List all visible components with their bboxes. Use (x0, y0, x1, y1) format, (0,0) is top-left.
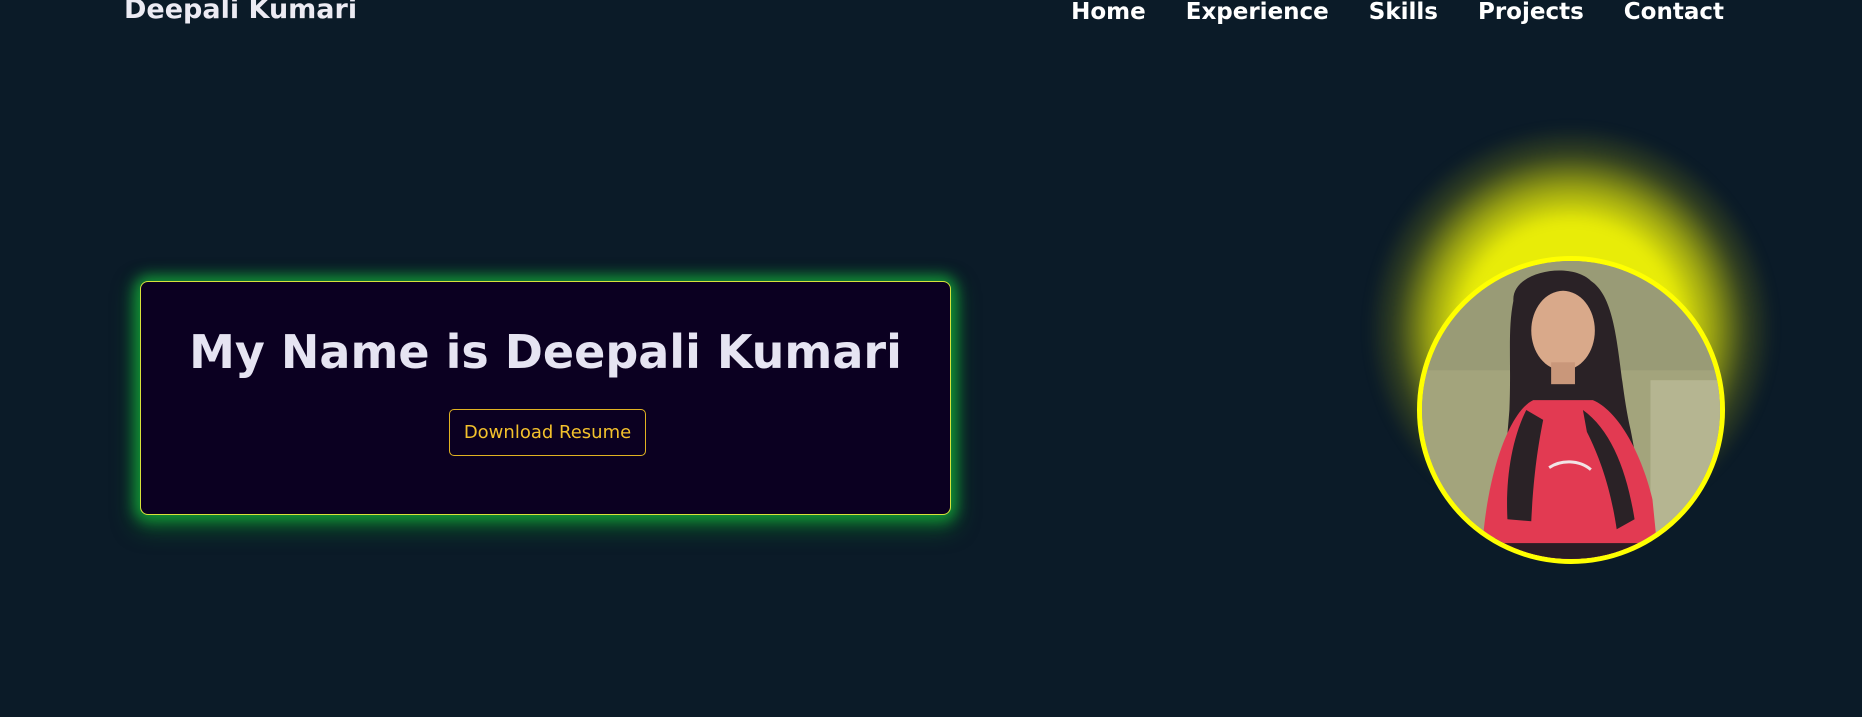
profile-photo (1417, 256, 1725, 564)
portfolio-page: Deepali Kumari Home Experience Skills Pr… (0, 0, 1862, 717)
download-resume-button[interactable]: Download Resume (449, 409, 646, 456)
hero-card: My Name is Deepali Kumari Download Resum… (140, 281, 951, 515)
nav-projects[interactable]: Projects (1478, 0, 1584, 29)
hero-title: My Name is Deepali Kumari (189, 325, 902, 379)
nav-home[interactable]: Home (1071, 0, 1146, 29)
nav-skills[interactable]: Skills (1369, 0, 1438, 29)
profile-photo-illustration (1422, 261, 1720, 559)
main-nav: Home Experience Skills Projects Contact (1071, 0, 1724, 29)
brand-name[interactable]: Deepali Kumari (124, 0, 357, 27)
nav-experience[interactable]: Experience (1186, 0, 1329, 29)
nav-contact[interactable]: Contact (1624, 0, 1724, 29)
